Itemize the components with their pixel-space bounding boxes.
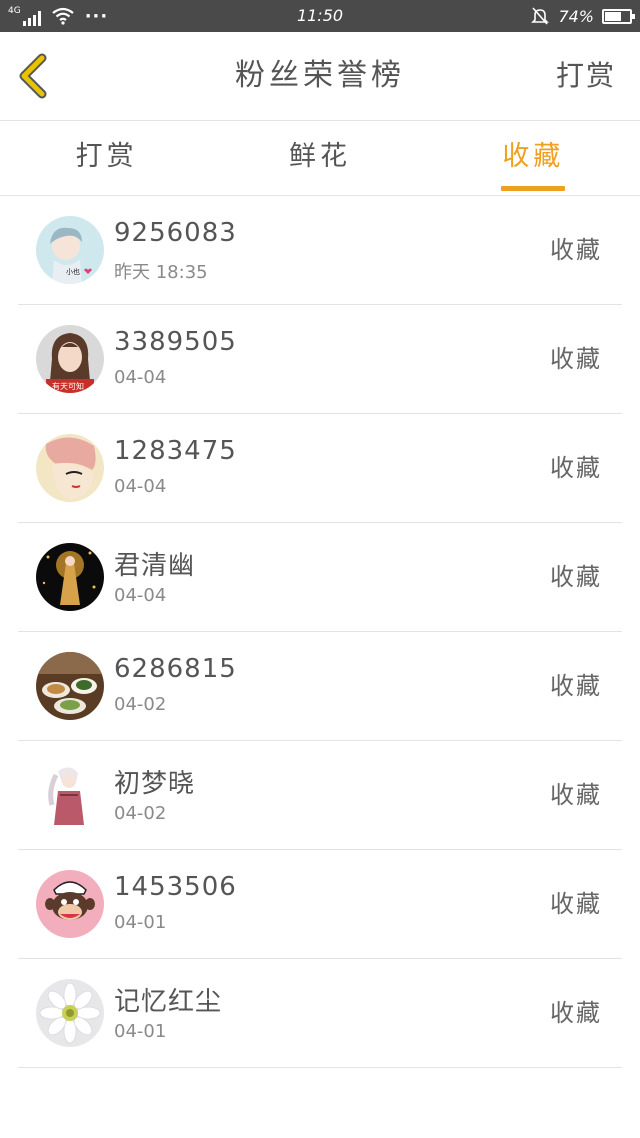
fan-name: 6286815 bbox=[114, 654, 237, 684]
mute-bell-icon bbox=[531, 7, 550, 25]
tab-flowers[interactable]: 鲜花 bbox=[213, 121, 426, 195]
fan-name: 1283475 bbox=[114, 436, 237, 466]
food-avatar-icon bbox=[36, 652, 104, 720]
list-item[interactable]: 有天可知 3389505 04-04 收藏 bbox=[18, 305, 622, 414]
fan-action: 收藏 bbox=[550, 236, 602, 264]
fan-list: 小也 9256083 昨天 18:35 收藏 有天可知 3389505 04-0… bbox=[18, 196, 622, 1068]
fan-action: 收藏 bbox=[550, 999, 602, 1027]
back-icon[interactable] bbox=[12, 52, 60, 100]
list-item[interactable]: 1453506 04-01 收藏 bbox=[18, 850, 622, 959]
list-item[interactable]: 君清幽 04-04 收藏 bbox=[18, 523, 622, 632]
fan-name: 1453506 bbox=[114, 872, 237, 902]
list-item[interactable]: 6286815 04-02 收藏 bbox=[18, 632, 622, 741]
status-bar: 4G ··· 11:50 74% bbox=[0, 0, 640, 32]
nav-bar: 粉丝荣誉榜 打赏 bbox=[0, 32, 640, 121]
list-item[interactable]: 小也 9256083 昨天 18:35 收藏 bbox=[18, 196, 622, 305]
list-item[interactable]: 记忆红尘 04-01 收藏 bbox=[18, 959, 622, 1068]
status-right: 74% bbox=[530, 0, 635, 32]
fan-action: 收藏 bbox=[550, 563, 602, 591]
battery-percent: 74% bbox=[558, 6, 594, 26]
fan-date: 昨天 18:35 bbox=[114, 262, 208, 283]
fan-date: 04-02 bbox=[114, 803, 167, 824]
anime-figure-avatar-icon bbox=[36, 761, 104, 829]
page-title: 粉丝荣誉榜 bbox=[235, 58, 405, 93]
fan-name: 君清幽 bbox=[114, 551, 196, 581]
fan-date: 04-02 bbox=[114, 694, 167, 715]
fan-action: 收藏 bbox=[550, 345, 602, 373]
fan-name: 初梦晓 bbox=[114, 769, 196, 799]
reward-button[interactable]: 打赏 bbox=[556, 32, 616, 120]
fan-date: 04-01 bbox=[114, 1021, 167, 1042]
fan-name: 9256083 bbox=[114, 218, 237, 248]
fan-action: 收藏 bbox=[550, 890, 602, 918]
tab-label: 鲜花 bbox=[288, 141, 351, 172]
fantasy-figure-avatar-icon bbox=[36, 543, 104, 611]
anime-girl-avatar-icon: 小也 bbox=[36, 216, 104, 284]
tab-label: 收藏 bbox=[502, 141, 565, 172]
illustrated-face-avatar-icon bbox=[36, 434, 104, 502]
svg-text:有天可知: 有天可知 bbox=[52, 381, 84, 391]
tab-collect[interactable]: 收藏 bbox=[427, 121, 640, 195]
girl-photo-avatar-icon: 有天可知 bbox=[36, 325, 104, 393]
fan-date: 04-04 bbox=[114, 585, 167, 606]
fan-action: 收藏 bbox=[550, 781, 602, 809]
list-item[interactable]: 初梦晓 04-02 收藏 bbox=[18, 741, 622, 850]
tab-label: 打赏 bbox=[75, 141, 138, 172]
fan-action: 收藏 bbox=[550, 672, 602, 700]
svg-text:小也: 小也 bbox=[66, 267, 80, 276]
monkey-avatar-icon bbox=[36, 870, 104, 938]
flower-avatar-icon bbox=[36, 979, 104, 1047]
tab-bar: 打赏 鲜花 收藏 bbox=[0, 121, 640, 196]
fan-action: 收藏 bbox=[550, 454, 602, 482]
fan-date: 04-04 bbox=[114, 367, 167, 388]
list-item[interactable]: 1283475 04-04 收藏 bbox=[18, 414, 622, 523]
battery-level bbox=[605, 11, 621, 21]
fan-date: 04-01 bbox=[114, 912, 167, 933]
fan-name: 3389505 bbox=[114, 327, 237, 357]
fan-name: 记忆红尘 bbox=[114, 987, 223, 1017]
fan-date: 04-04 bbox=[114, 476, 167, 497]
battery-icon bbox=[602, 8, 635, 24]
tab-reward[interactable]: 打赏 bbox=[0, 121, 213, 195]
active-tab-indicator bbox=[501, 186, 566, 191]
